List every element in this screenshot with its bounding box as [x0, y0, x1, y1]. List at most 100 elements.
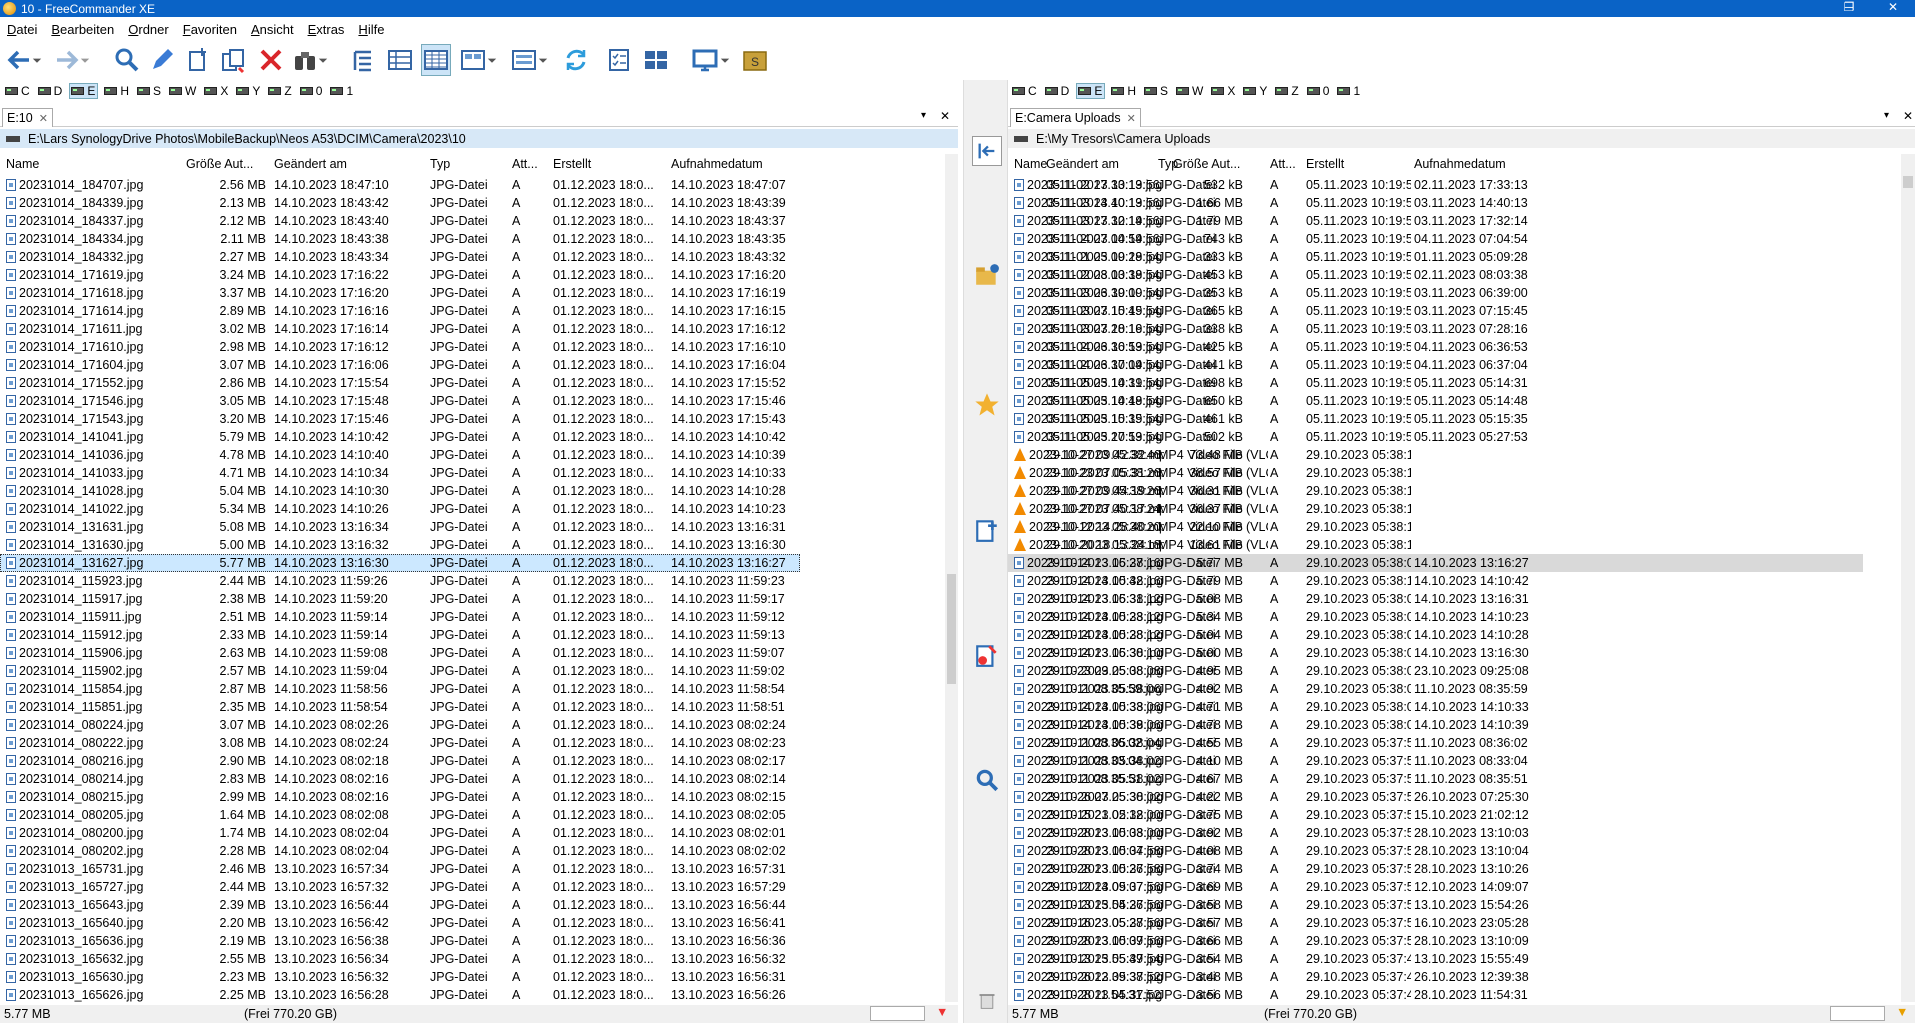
table-row[interactable]: 20231014_184707.jpg 2.56 MB 14.10.2023 18:… — [0, 176, 800, 194]
left-scrollbar[interactable] — [945, 154, 958, 1002]
table-row[interactable]: 20231014_171604.jpg 3.07 MB 14.10.2023 17:… — [0, 356, 800, 374]
right-tab[interactable]: E:Camera Uploads ✕ — [1010, 108, 1141, 127]
table-row[interactable]: 2023-11-05 05.14.48.jpg 650 kB 05.11.2023 … — [1008, 392, 1863, 410]
drive-e[interactable]: E — [69, 83, 99, 99]
table-row[interactable]: 2023-10-14 14.10.42.jpg 5.79 MB 29.10.2023… — [1008, 572, 1863, 590]
table-row[interactable]: 2023-11-01 05.09.28.jpg 333 kB 05.11.2023 … — [1008, 248, 1863, 266]
drive-h[interactable]: H — [1110, 83, 1138, 99]
drive-w[interactable]: W — [168, 83, 198, 99]
right-filter-combo[interactable] — [1830, 1006, 1885, 1021]
menu-datei[interactable]: Datei — [0, 22, 44, 37]
table-row[interactable]: 2023-10-27 09.44.19.mp4 36.31 MB 29.10.202… — [1008, 482, 1863, 500]
table-row[interactable]: 20231014_171543.jpg 3.20 MB 14.10.2023 17:… — [0, 410, 800, 428]
table-row[interactable]: 20231014_115854.jpg 2.87 MB 14.10.2023 11:… — [0, 680, 800, 698]
table-row[interactable]: 2023-11-04 06.37.04.jpg 441 kB 05.11.2023 … — [1008, 356, 1863, 374]
menu-ordner[interactable]: Ordner — [121, 22, 175, 37]
copy-icon[interactable] — [218, 44, 248, 76]
table-row[interactable]: 2023-10-14 14.10.33.jpg 4.71 MB 29.10.2023… — [1008, 698, 1863, 716]
table-row[interactable]: 2023-11-02 17.33.13.jpg 532 kB 05.11.2023 … — [1008, 176, 1863, 194]
table-row[interactable]: 20231014_080224.jpg 3.07 MB 14.10.2023 08:… — [0, 716, 800, 734]
table-row[interactable]: 2023-10-11 08.35.51.jpg 4.67 MB 29.10.2023… — [1008, 770, 1863, 788]
column-header-5[interactable]: Erstellt — [553, 157, 661, 171]
left-path-bar[interactable]: E:\Lars SynologyDrive Photos\MobileBacku… — [0, 129, 958, 148]
maximize-button[interactable]: ❐ — [1827, 0, 1871, 17]
sync-icon[interactable] — [561, 44, 591, 76]
folder-compare-icon[interactable] — [972, 260, 1002, 290]
table-row[interactable]: 20231014_080214.jpg 2.83 MB 14.10.2023 08:… — [0, 770, 800, 788]
edit-icon[interactable] — [147, 44, 177, 76]
tree-view-icon[interactable] — [348, 44, 378, 76]
table-row[interactable]: 20231014_141036.jpg 4.78 MB 14.10.2023 14:… — [0, 446, 800, 464]
table-row[interactable]: 20231014_184332.jpg 2.27 MB 14.10.2023 18:… — [0, 248, 800, 266]
table-row[interactable]: 2023-11-05 05.14.31.jpg 698 kB 05.11.2023 … — [1008, 374, 1863, 392]
recycle-bin-icon[interactable] — [972, 985, 1002, 1015]
close-panel-icon[interactable]: ✕ — [940, 109, 950, 123]
drive-x[interactable]: X — [203, 83, 230, 99]
table-row[interactable]: 2023-10-23 07.05.31.mp4 38.57 MB 29.10.202… — [1008, 464, 1863, 482]
table-row[interactable]: 2023-10-28 13.10.09.jpg 3.66 MB 29.10.2023… — [1008, 932, 1863, 950]
drive-s[interactable]: S — [1143, 83, 1170, 99]
menu-favoriten[interactable]: Favoriten — [176, 22, 244, 37]
table-row[interactable]: 2023-11-03 07.15.45.jpg 365 kB 05.11.2023 … — [1008, 302, 1863, 320]
table-row[interactable]: 20231014_080202.jpg 2.28 MB 14.10.2023 08:… — [0, 842, 800, 860]
table-row[interactable]: 2023-10-28 13.10.04.jpg 4.08 MB 29.10.2023… — [1008, 842, 1863, 860]
table-row[interactable]: 20231014_171619.jpg 3.24 MB 14.10.2023 17:… — [0, 266, 800, 284]
table-row[interactable]: 20231014_080215.jpg 2.99 MB 14.10.2023 08:… — [0, 788, 800, 806]
drive-d[interactable]: D — [1044, 83, 1072, 99]
delete-icon[interactable] — [256, 44, 286, 76]
table-row[interactable]: 2023-10-27 09.42.32.mp4 73.48 MB 29.10.202… — [1008, 446, 1863, 464]
details-view-icon[interactable] — [385, 44, 415, 76]
close-button[interactable]: ✕ — [1871, 0, 1915, 17]
drive-w[interactable]: W — [1175, 83, 1205, 99]
view-dropdown-icon[interactable] — [485, 44, 499, 76]
column-header-6[interactable]: Aufnahmedatum — [1414, 157, 1529, 171]
table-row[interactable]: 2023-10-20 18.13.24.mp4 13.61 MB 29.10.202… — [1008, 536, 1863, 554]
drive-d[interactable]: D — [37, 83, 65, 99]
thumbnail-view-icon[interactable] — [458, 44, 488, 76]
drive-h[interactable]: H — [103, 83, 131, 99]
back-dropdown-icon[interactable] — [30, 44, 44, 76]
layout-icon[interactable] — [509, 44, 539, 76]
table-row[interactable]: 20231014_171614.jpg 2.89 MB 14.10.2023 17:… — [0, 302, 800, 320]
favorites-star-icon[interactable] — [972, 390, 1002, 420]
table-row[interactable]: 20231014_115902.jpg 2.57 MB 14.10.2023 11:… — [0, 662, 800, 680]
table-row[interactable]: 20231014_080216.jpg 2.90 MB 14.10.2023 08:… — [0, 752, 800, 770]
table-row[interactable]: 20231014_171611.jpg 3.02 MB 14.10.2023 17:… — [0, 320, 800, 338]
close-tab-icon[interactable]: ✕ — [1127, 112, 1136, 125]
table-row[interactable]: 2023-10-14 14.10.39.jpg 4.78 MB 29.10.2023… — [1008, 716, 1863, 734]
table-row[interactable]: 20231014_141028.jpg 5.04 MB 14.10.2023 14:… — [0, 482, 800, 500]
table-row[interactable]: 2023-11-03 17.32.14.jpg 1.79 MB 05.11.2023… — [1008, 212, 1863, 230]
drive-1[interactable]: 1 — [1336, 83, 1362, 99]
tab-menu-icon[interactable]: ▾ — [1884, 110, 1889, 121]
table-row[interactable]: 2023-11-02 08.03.38.jpg 453 kB 05.11.2023 … — [1008, 266, 1863, 284]
table-row[interactable]: 2023-10-14 13.16.30.jpg 5.00 MB 29.10.2023… — [1008, 644, 1863, 662]
table-row[interactable]: 2023-10-12 14.09.07.jpg 3.69 MB 29.10.2023… — [1008, 878, 1863, 896]
table-row[interactable]: 20231014_115912.jpg 2.33 MB 14.10.2023 11:… — [0, 626, 800, 644]
column-header-0[interactable]: Name — [6, 157, 184, 171]
drive-x[interactable]: X — [1210, 83, 1237, 99]
menu-hilfe[interactable]: Hilfe — [351, 22, 391, 37]
column-header-5[interactable]: Erstellt — [1306, 157, 1411, 171]
table-row[interactable]: 20231014_115923.jpg 2.44 MB 14.10.2023 11:… — [0, 572, 800, 590]
table-row[interactable]: 20231014_184339.jpg 2.13 MB 14.10.2023 18:… — [0, 194, 800, 212]
search-panel-icon[interactable] — [972, 765, 1002, 795]
drive-z[interactable]: Z — [267, 83, 293, 99]
left-filter-icon[interactable]: ▼ — [936, 1005, 948, 1019]
monitor-icon[interactable] — [690, 44, 720, 76]
table-row[interactable]: 20231014_080200.jpg 1.74 MB 14.10.2023 08:… — [0, 824, 800, 842]
table-row[interactable]: 2023-11-04 07.04.54.jpg 743 kB 05.11.2023 … — [1008, 230, 1863, 248]
binoculars-dropdown-icon[interactable] — [316, 44, 330, 76]
table-row[interactable]: 2023-10-28 11.54.31.jpg 3.56 MB 29.10.2023… — [1008, 986, 1863, 1002]
table-row[interactable]: 20231014_141041.jpg 5.79 MB 14.10.2023 14:… — [0, 428, 800, 446]
table-row[interactable]: 20231014_115906.jpg 2.63 MB 14.10.2023 11:… — [0, 644, 800, 662]
column-header-2[interactable]: Geändert am — [1046, 157, 1176, 171]
table-row[interactable]: 2023-11-04 06.36.53.jpg 425 kB 05.11.2023 … — [1008, 338, 1863, 356]
table-row[interactable]: 2023-10-13 15.54.26.jpg 3.58 MB 29.10.2023… — [1008, 896, 1863, 914]
table-row[interactable]: 20231014_080205.jpg 1.64 MB 14.10.2023 08:… — [0, 806, 800, 824]
table-row[interactable]: 2023-10-12 14.28.40.mp4 22.10 MB 29.10.202… — [1008, 518, 1863, 536]
table-row[interactable]: 2023-10-28 13.10.26.jpg 3.74 MB 29.10.2023… — [1008, 860, 1863, 878]
column-header-2[interactable]: Geändert am — [274, 157, 424, 171]
table-row[interactable]: 20231014_080222.jpg 3.08 MB 14.10.2023 08:… — [0, 734, 800, 752]
table-row[interactable]: 20231014_171552.jpg 2.86 MB 14.10.2023 17:… — [0, 374, 800, 392]
table-row[interactable]: 20231014_131631.jpg 5.08 MB 14.10.2023 13:… — [0, 518, 800, 536]
